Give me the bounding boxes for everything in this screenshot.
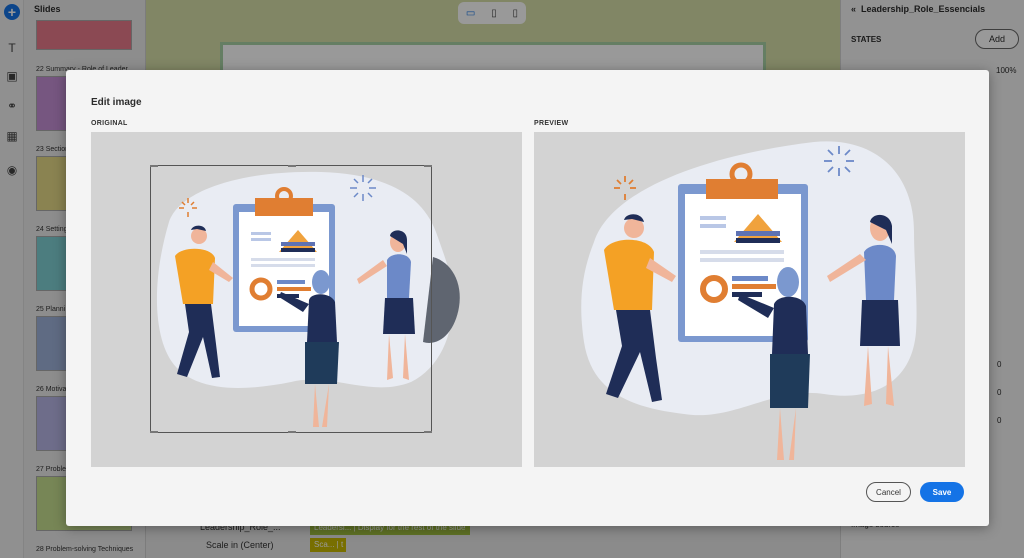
crop-handle[interactable] [288, 431, 296, 433]
save-button[interactable]: Save [920, 482, 964, 502]
preview-label: PREVIEW [534, 120, 569, 127]
crop-handle[interactable] [150, 431, 158, 433]
dialog-title: Edit image [91, 97, 142, 108]
edit-image-dialog: Edit image ORIGINAL PREVIEW Cancel Save [66, 70, 989, 526]
original-image-pane [91, 132, 522, 467]
preview-image-pane [534, 132, 965, 467]
preview-illustration [581, 141, 917, 460]
crop-handle[interactable] [150, 165, 158, 167]
cancel-button[interactable]: Cancel [866, 482, 911, 502]
original-label: ORIGINAL [91, 120, 128, 127]
crop-handle[interactable] [288, 165, 296, 167]
crop-handle[interactable] [424, 165, 432, 167]
crop-selection[interactable] [150, 165, 432, 433]
crop-handle[interactable] [424, 431, 432, 433]
